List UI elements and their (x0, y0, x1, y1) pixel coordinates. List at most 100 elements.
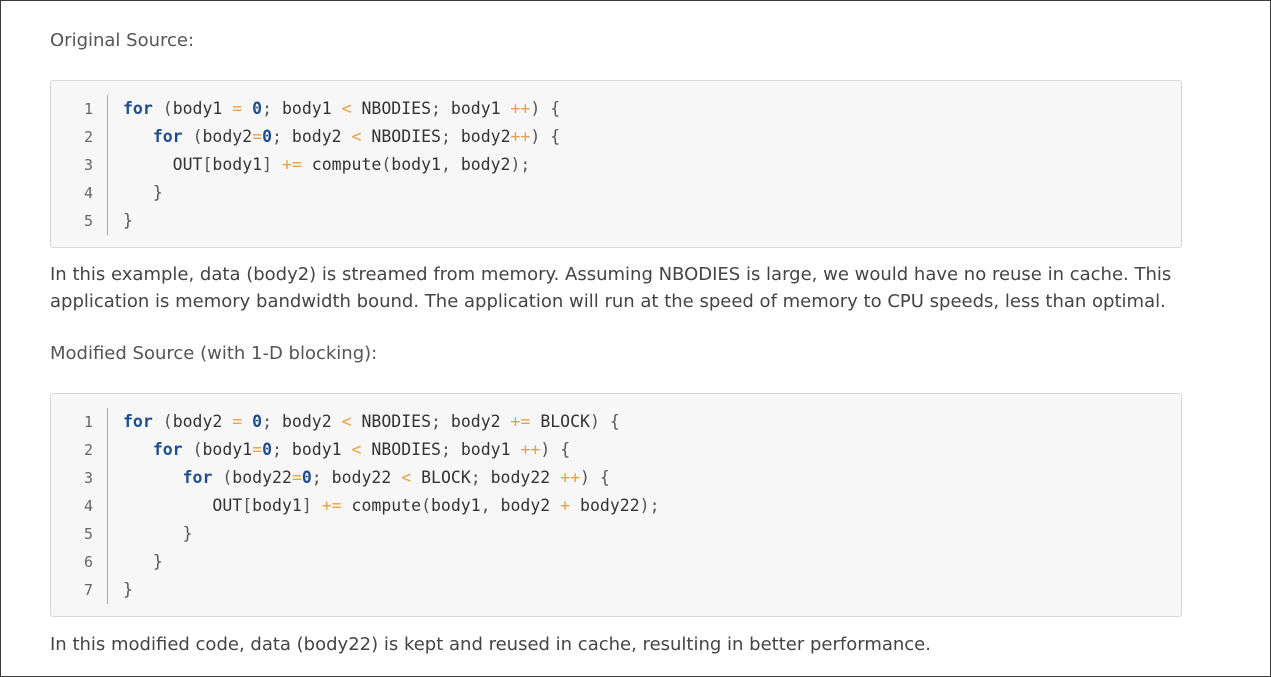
code-token-ws (342, 127, 352, 146)
code-token-punct: } (152, 552, 163, 571)
line-number-gutter: 1 2 3 4 5 6 7 (51, 408, 108, 604)
code-token-ws (222, 99, 232, 118)
code-token-ws (123, 496, 212, 515)
code-token-op: += (321, 496, 342, 515)
line-number-gutter: 1 2 3 4 5 (51, 95, 108, 235)
code-token-ident: body2 (460, 127, 511, 146)
code-token-keyword: for (152, 440, 183, 459)
code-token-punct: } (123, 211, 133, 230)
code-token-punct: ; (311, 468, 322, 487)
code-token-ws (123, 524, 183, 543)
line-number: 1 (83, 100, 93, 118)
code-token-punct: ); (639, 496, 660, 515)
code-token-punct: ( (192, 440, 203, 459)
code-token-keyword: for (123, 412, 153, 431)
code-token-number: 0 (252, 412, 263, 431)
line-number: 2 (83, 128, 93, 146)
code-token-op: + (560, 496, 571, 515)
code-token-ident: body22 (490, 468, 551, 487)
code-token-punct: ; (262, 99, 273, 118)
code-line: for (body2=0; body2 < NBODIES; body2++) … (123, 123, 560, 151)
line-number: 7 (83, 581, 93, 599)
code-token-ws (242, 412, 252, 431)
code-token-number: 0 (262, 127, 273, 146)
line-number: 1 (83, 413, 93, 431)
code-token-punct: ] (262, 155, 273, 174)
line-number: 3 (83, 156, 93, 174)
code-line: } (123, 576, 660, 604)
code-token-op: = (252, 440, 263, 459)
code-line: for (body2 = 0; body2 < NBODIES; body2 +… (123, 408, 660, 436)
code-token-punct: ( (222, 468, 233, 487)
code-token-op: < (341, 99, 352, 118)
code-token-number: 0 (252, 99, 263, 118)
line-number: 4 (83, 497, 93, 515)
code-token-ws (600, 412, 610, 431)
original-source-heading: Original Source: (50, 30, 195, 51)
code-token-op: += (510, 412, 531, 431)
code-token-ws (451, 127, 461, 146)
line-number: 4 (83, 184, 93, 202)
code-token-punct: ( (381, 155, 392, 174)
code-token-ident: body2 (460, 155, 511, 174)
code-token-punct: ; (440, 440, 451, 459)
code-token-ident: BLOCK (421, 468, 471, 487)
code-token-ws (361, 127, 371, 146)
code-token-ws (451, 440, 461, 459)
code-token-ident: compute (311, 155, 382, 174)
code-token-ws (212, 468, 222, 487)
code-token-ident: body1 (252, 496, 302, 515)
code-line: OUT[body1] += compute(body1, body2 + bod… (123, 492, 660, 520)
code-token-ident: NBODIES (371, 127, 441, 146)
code-lines: for (body2 = 0; body2 < NBODIES; body2 +… (123, 408, 660, 604)
code-token-number: 0 (262, 440, 273, 459)
code-token-op: < (351, 440, 362, 459)
code-token-op: < (401, 468, 412, 487)
code-token-punct: { (560, 440, 571, 459)
line-number: 2 (83, 441, 93, 459)
code-token-ident: OUT (212, 496, 243, 515)
code-line: } (123, 520, 660, 548)
code-token-ws (222, 412, 232, 431)
code-token-ws (540, 127, 550, 146)
code-token-ident: body1 (291, 440, 342, 459)
code-token-ident: body2 (291, 127, 342, 146)
code-token-ws (272, 412, 282, 431)
code-line: } (123, 207, 560, 235)
line-number: 3 (83, 469, 93, 487)
code-token-punct: ; (272, 440, 282, 459)
code-token-ws (123, 183, 153, 202)
code-token-ws (441, 412, 451, 431)
code-token-punct: } (152, 183, 163, 202)
code-token-punct: ; (431, 99, 441, 118)
code-token-op: = (252, 127, 263, 146)
code-block-modified[interactable]: 1234567 for (body2 = 0; body2 < NBODIES;… (50, 393, 1182, 617)
code-token-op: ++ (510, 127, 531, 146)
code-token-op: ++ (520, 440, 541, 459)
code-token-punct: , (440, 155, 451, 174)
code-token-ws (391, 468, 401, 487)
code-token-punct: ; (431, 412, 441, 431)
code-token-punct: ( (421, 496, 431, 515)
code-token-keyword: for (123, 99, 153, 118)
code-token-ws (332, 99, 342, 118)
code-line: } (123, 548, 660, 576)
line-number: 5 (83, 525, 93, 543)
code-token-op: < (341, 412, 352, 431)
code-token-punct: ( (162, 99, 173, 118)
code-token-ident: body1 (431, 496, 481, 515)
code-token-ws (342, 440, 352, 459)
code-line: } (123, 179, 560, 207)
code-token-ws (342, 496, 352, 515)
code-token-ident: body1 (391, 155, 441, 174)
code-token-ident: NBODIES (371, 440, 441, 459)
code-token-ident: NBODIES (361, 99, 432, 118)
code-token-ws (332, 412, 342, 431)
code-token-punct: ) (540, 440, 551, 459)
code-token-ident: body1 (281, 99, 332, 118)
code-token-ws (123, 155, 173, 174)
code-token-punct: ( (162, 412, 173, 431)
code-token-punct: ; (440, 127, 451, 146)
code-token-punct: { (550, 127, 561, 146)
code-block-original[interactable]: 12345 for (body1 = 0; body1 < NBODIES; b… (50, 80, 1182, 248)
